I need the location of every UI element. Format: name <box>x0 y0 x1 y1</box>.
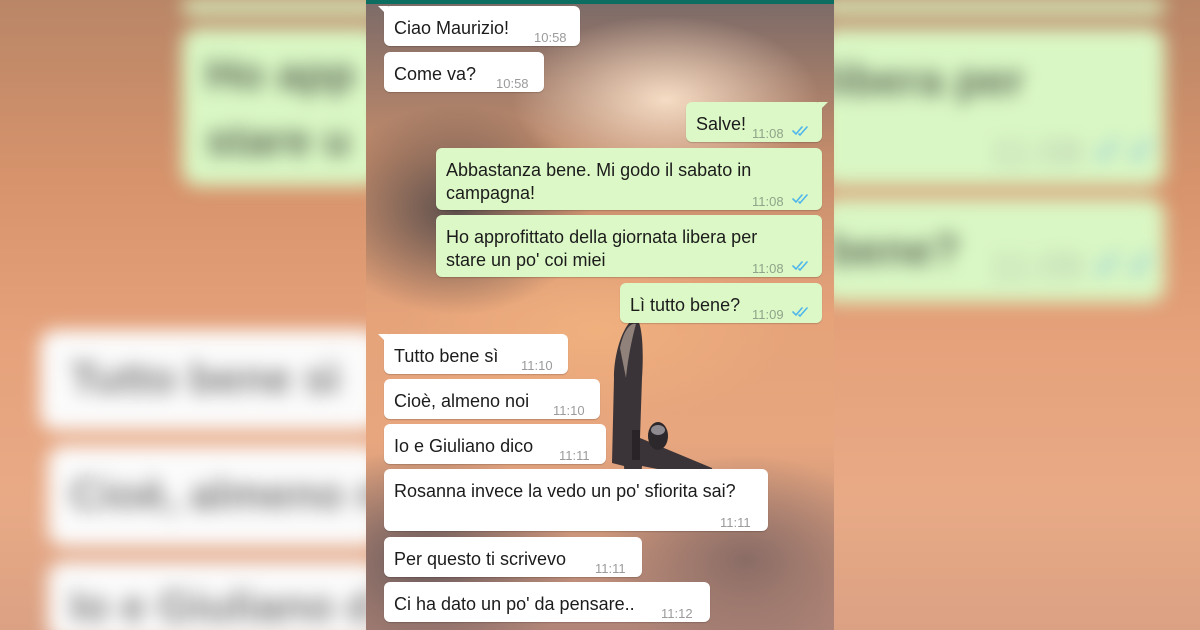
blurred-time: 11:09 <box>990 246 1083 288</box>
double-check-icon: ✓✓ <box>1092 129 1160 173</box>
blurred-bubble: Cioè, almeno n <box>48 446 383 546</box>
message-text: Per questo ti scrivevo <box>394 549 567 569</box>
double-check-icon <box>792 261 808 272</box>
bubble-tail <box>818 102 828 112</box>
incoming-message[interactable]: Come va? 10:58 <box>384 52 544 92</box>
message-time: 11:12 <box>661 606 693 621</box>
blurred-text: stare u <box>206 116 351 165</box>
incoming-message[interactable]: Tutto bene sì 11:10 <box>378 334 568 374</box>
incoming-message[interactable]: Per questo ti scrivevo 11:11 <box>384 537 642 577</box>
message-text: Ciao Maurizio! <box>394 18 510 38</box>
blurred-bubble: bene? 11:09 ✓✓ <box>820 198 1165 302</box>
double-check-icon <box>792 194 808 205</box>
blurred-time: 11:08 <box>990 132 1083 174</box>
incoming-message[interactable]: Rosanna invece la vedo un po' sfiorita s… <box>384 469 768 531</box>
outgoing-message[interactable]: Abbastanza bene. Mi godo il sabato in ca… <box>436 148 822 210</box>
message-time: 11:11 <box>595 561 626 576</box>
outgoing-message[interactable]: Lì tutto bene? 11:09 <box>620 283 822 323</box>
message-text: Io e Giuliano dico <box>394 436 534 456</box>
bubble-tail <box>378 334 388 344</box>
message-text: Rosanna invece la vedo un po' sfiorita s… <box>394 481 736 501</box>
outgoing-message[interactable]: Salve! 11:08 <box>686 102 828 142</box>
message-text: Lì tutto bene? <box>630 295 741 315</box>
blurred-text: Cioè, almeno n <box>70 470 383 519</box>
blurred-bubble: libera per 11:08 ✓✓ <box>820 28 1165 186</box>
message-text: Ho approfittato della giornata libera pe… <box>446 227 758 270</box>
message-time: 11:10 <box>553 403 585 418</box>
blurred-text: Tutto bene sì <box>70 354 341 403</box>
double-check-icon <box>792 307 808 318</box>
outgoing-message[interactable]: Ho approfittato della giornata libera pe… <box>436 215 822 277</box>
blurred-text: Io e Giuliano d <box>70 582 374 630</box>
message-time: 11:10 <box>521 358 553 373</box>
message-text: Tutto bene sì <box>394 346 499 366</box>
message-time: 11:08 <box>752 261 784 276</box>
header-bar <box>366 0 834 4</box>
blurred-text: libera per <box>826 56 1025 105</box>
chat-screen: Ciao Maurizio! 10:58 Come va? 10:58 Salve! 11… <box>366 0 834 630</box>
blurred-text: bene? <box>830 226 960 275</box>
message-time: 11:11 <box>559 448 590 463</box>
blurred-bubble <box>820 0 1165 14</box>
message-text: Cioè, almeno noi <box>394 391 530 411</box>
message-text: Come va? <box>394 64 477 84</box>
blurred-bubble: Io e Giuliano d <box>48 562 380 630</box>
message-time: 11:11 <box>720 515 751 530</box>
message-time: 10:58 <box>496 76 529 91</box>
blurred-bubble <box>182 0 382 14</box>
incoming-message[interactable]: Io e Giuliano dico 11:11 <box>384 424 606 464</box>
blurred-bubble: Ho app stare u <box>182 28 382 186</box>
message-time: 10:58 <box>534 30 567 45</box>
blurred-bubble: Tutto bene sì <box>40 330 380 430</box>
incoming-message[interactable]: Ciao Maurizio! 10:58 <box>378 6 580 46</box>
message-time: 11:09 <box>752 307 784 322</box>
message-text: Abbastanza bene. Mi godo il sabato in ca… <box>446 160 752 203</box>
incoming-message[interactable]: Cioè, almeno noi 11:10 <box>384 379 600 419</box>
bubble-tail <box>378 6 388 16</box>
double-check-icon <box>792 126 808 137</box>
blurred-text: Ho app <box>206 50 356 99</box>
incoming-message[interactable]: Ci ha dato un po' da pensare.. 11:12 <box>384 582 710 622</box>
double-check-icon: ✓✓ <box>1092 243 1160 287</box>
message-time: 11:08 <box>752 194 784 209</box>
message-text: Ci ha dato un po' da pensare.. <box>394 594 635 614</box>
message-text: Salve! <box>696 114 747 134</box>
message-time: 11:08 <box>752 126 784 141</box>
